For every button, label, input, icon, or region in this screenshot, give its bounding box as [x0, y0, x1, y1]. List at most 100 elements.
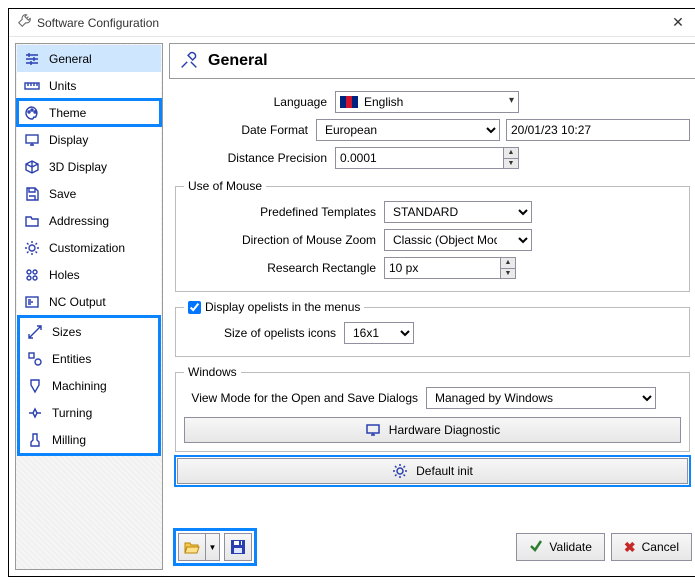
footer: ▼ Validate ✖ Cancel: [169, 524, 695, 570]
opesize-select[interactable]: 16x16: [344, 322, 414, 344]
dimension-icon: [26, 323, 44, 341]
viewmode-select[interactable]: Managed by Windows: [426, 387, 656, 409]
shapes-icon: [26, 350, 44, 368]
rect-label: Research Rectangle: [184, 261, 384, 275]
sidebar-item-display[interactable]: Display: [17, 126, 161, 153]
dateformat-label: Date Format: [175, 123, 316, 137]
opelists-fieldset: Display opelists in the menus Size of op…: [175, 300, 690, 357]
language-value: English: [364, 95, 403, 109]
close-button[interactable]: ✕: [662, 14, 694, 31]
sidebar-item-label: Turning: [52, 406, 152, 420]
sidebar-item-holes[interactable]: Holes: [17, 261, 161, 288]
open-button[interactable]: [178, 533, 206, 561]
sidebar-item-customization[interactable]: Customization: [17, 234, 161, 261]
spin-up[interactable]: ▲: [503, 148, 518, 159]
sidebar: General Units Theme Display 3D Display: [15, 43, 163, 570]
spin-down[interactable]: ▼: [503, 159, 518, 169]
opelists-checkbox[interactable]: [188, 301, 201, 314]
cube-icon: [23, 158, 41, 176]
opesize-label: Size of opelists icons: [184, 326, 344, 340]
spin-up[interactable]: ▲: [500, 258, 515, 269]
spin-down[interactable]: ▼: [500, 269, 515, 279]
sidebar-item-label: Customization: [49, 241, 155, 255]
tools-icon: [178, 49, 200, 74]
zoomdir-label: Direction of Mouse Zoom: [184, 233, 384, 247]
gear-icon: [392, 463, 408, 479]
sidebar-item-save[interactable]: Save: [17, 180, 161, 207]
folder-open-icon: [183, 538, 201, 556]
page-title: General: [208, 52, 268, 70]
sidebar-item-theme[interactable]: Theme: [17, 99, 161, 126]
sidebar-item-turning[interactable]: Turning: [20, 399, 158, 426]
sidebar-item-label: Sizes: [52, 325, 152, 339]
templates-label: Predefined Templates: [184, 205, 384, 219]
sidebar-item-label: Milling: [52, 433, 152, 447]
sidebar-item-machining[interactable]: Machining: [20, 372, 158, 399]
monitor-icon: [23, 131, 41, 149]
save-icon: [23, 185, 41, 203]
x-icon: ✖: [624, 539, 636, 556]
sidebar-item-label: Addressing: [49, 214, 155, 228]
open-dropdown[interactable]: ▼: [206, 533, 220, 561]
drill-icon: [26, 377, 44, 395]
sidebar-item-label: 3D Display: [49, 160, 155, 174]
save-button[interactable]: [224, 533, 252, 561]
ruler-icon: [23, 77, 41, 95]
windows-legend: Windows: [184, 365, 241, 379]
hardware-diagnostic-button[interactable]: Hardware Diagnostic: [184, 417, 681, 443]
sidebar-item-milling[interactable]: Milling: [20, 426, 158, 453]
precision-input[interactable]: [335, 147, 519, 169]
language-select[interactable]: English: [335, 91, 519, 113]
sidebar-item-units[interactable]: Units: [17, 72, 161, 99]
lathe-icon: [26, 404, 44, 422]
sidebar-item-label: Units: [49, 79, 155, 93]
sidebar-item-label: Save: [49, 187, 155, 201]
mill-icon: [26, 431, 44, 449]
floppy-icon: [229, 538, 247, 556]
validate-button[interactable]: Validate: [516, 533, 604, 561]
sidebar-item-label: Entities: [52, 352, 152, 366]
sidebar-item-label: General: [49, 52, 155, 66]
sidebar-item-label: NC Output: [49, 295, 155, 309]
file-buttons: ▼: [173, 528, 257, 566]
sidebar-item-general[interactable]: General: [17, 45, 161, 72]
config-window: Software Configuration ✕ General Units T…: [8, 8, 695, 577]
windows-fieldset: Windows View Mode for the Open and Save …: [175, 365, 690, 452]
content: Language English Date Format European: [169, 85, 695, 518]
sliders-icon: [23, 50, 41, 68]
wrench-icon: [17, 14, 31, 31]
folder-icon: [23, 212, 41, 230]
sidebar-item-label: Display: [49, 133, 155, 147]
dateformat-select[interactable]: European: [316, 119, 500, 141]
code-icon: [23, 293, 41, 311]
window-title: Software Configuration: [37, 16, 662, 30]
precision-label: Distance Precision: [175, 151, 335, 165]
default-init-button[interactable]: Default init: [177, 458, 688, 484]
palette-icon: [23, 104, 41, 122]
sidebar-item-sizes[interactable]: Sizes: [20, 318, 158, 345]
check-icon: [529, 539, 543, 556]
sidebar-item-label: Machining: [52, 379, 152, 393]
viewmode-label: View Mode for the Open and Save Dialogs: [184, 391, 426, 405]
zoomdir-select[interactable]: Classic (Object Mode): [384, 229, 532, 251]
mouse-fieldset: Use of Mouse Predefined Templates STANDA…: [175, 179, 690, 292]
main: General Language English Date Format E: [169, 43, 695, 570]
titlebar: Software Configuration ✕: [9, 9, 695, 37]
gear-icon: [23, 239, 41, 257]
sidebar-item-entities[interactable]: Entities: [20, 345, 158, 372]
flag-uk-icon: [340, 96, 358, 108]
sidebar-item-3ddisplay[interactable]: 3D Display: [17, 153, 161, 180]
sidebar-item-ncoutput[interactable]: NC Output: [17, 288, 161, 315]
dateformat-preview: [506, 119, 690, 141]
monitor-icon: [365, 422, 381, 438]
page-header: General: [169, 43, 695, 79]
sidebar-item-label: Holes: [49, 268, 155, 282]
cancel-button[interactable]: ✖ Cancel: [611, 533, 692, 561]
sidebar-item-label: Theme: [49, 106, 155, 120]
opelists-legend: Display opelists in the menus: [184, 300, 364, 314]
language-label: Language: [175, 95, 335, 109]
holes-icon: [23, 266, 41, 284]
templates-select[interactable]: STANDARD: [384, 201, 532, 223]
rect-input[interactable]: [384, 257, 516, 279]
sidebar-item-addressing[interactable]: Addressing: [17, 207, 161, 234]
